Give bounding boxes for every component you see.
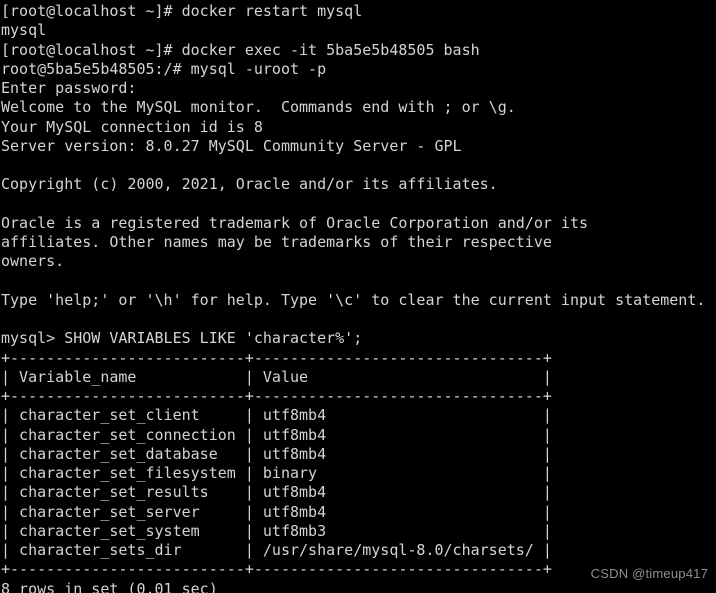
terminal-output-text: [root@localhost ~]# docker restart mysql… xyxy=(1,2,706,593)
terminal-window[interactable]: [root@localhost ~]# docker restart mysql… xyxy=(0,0,716,593)
